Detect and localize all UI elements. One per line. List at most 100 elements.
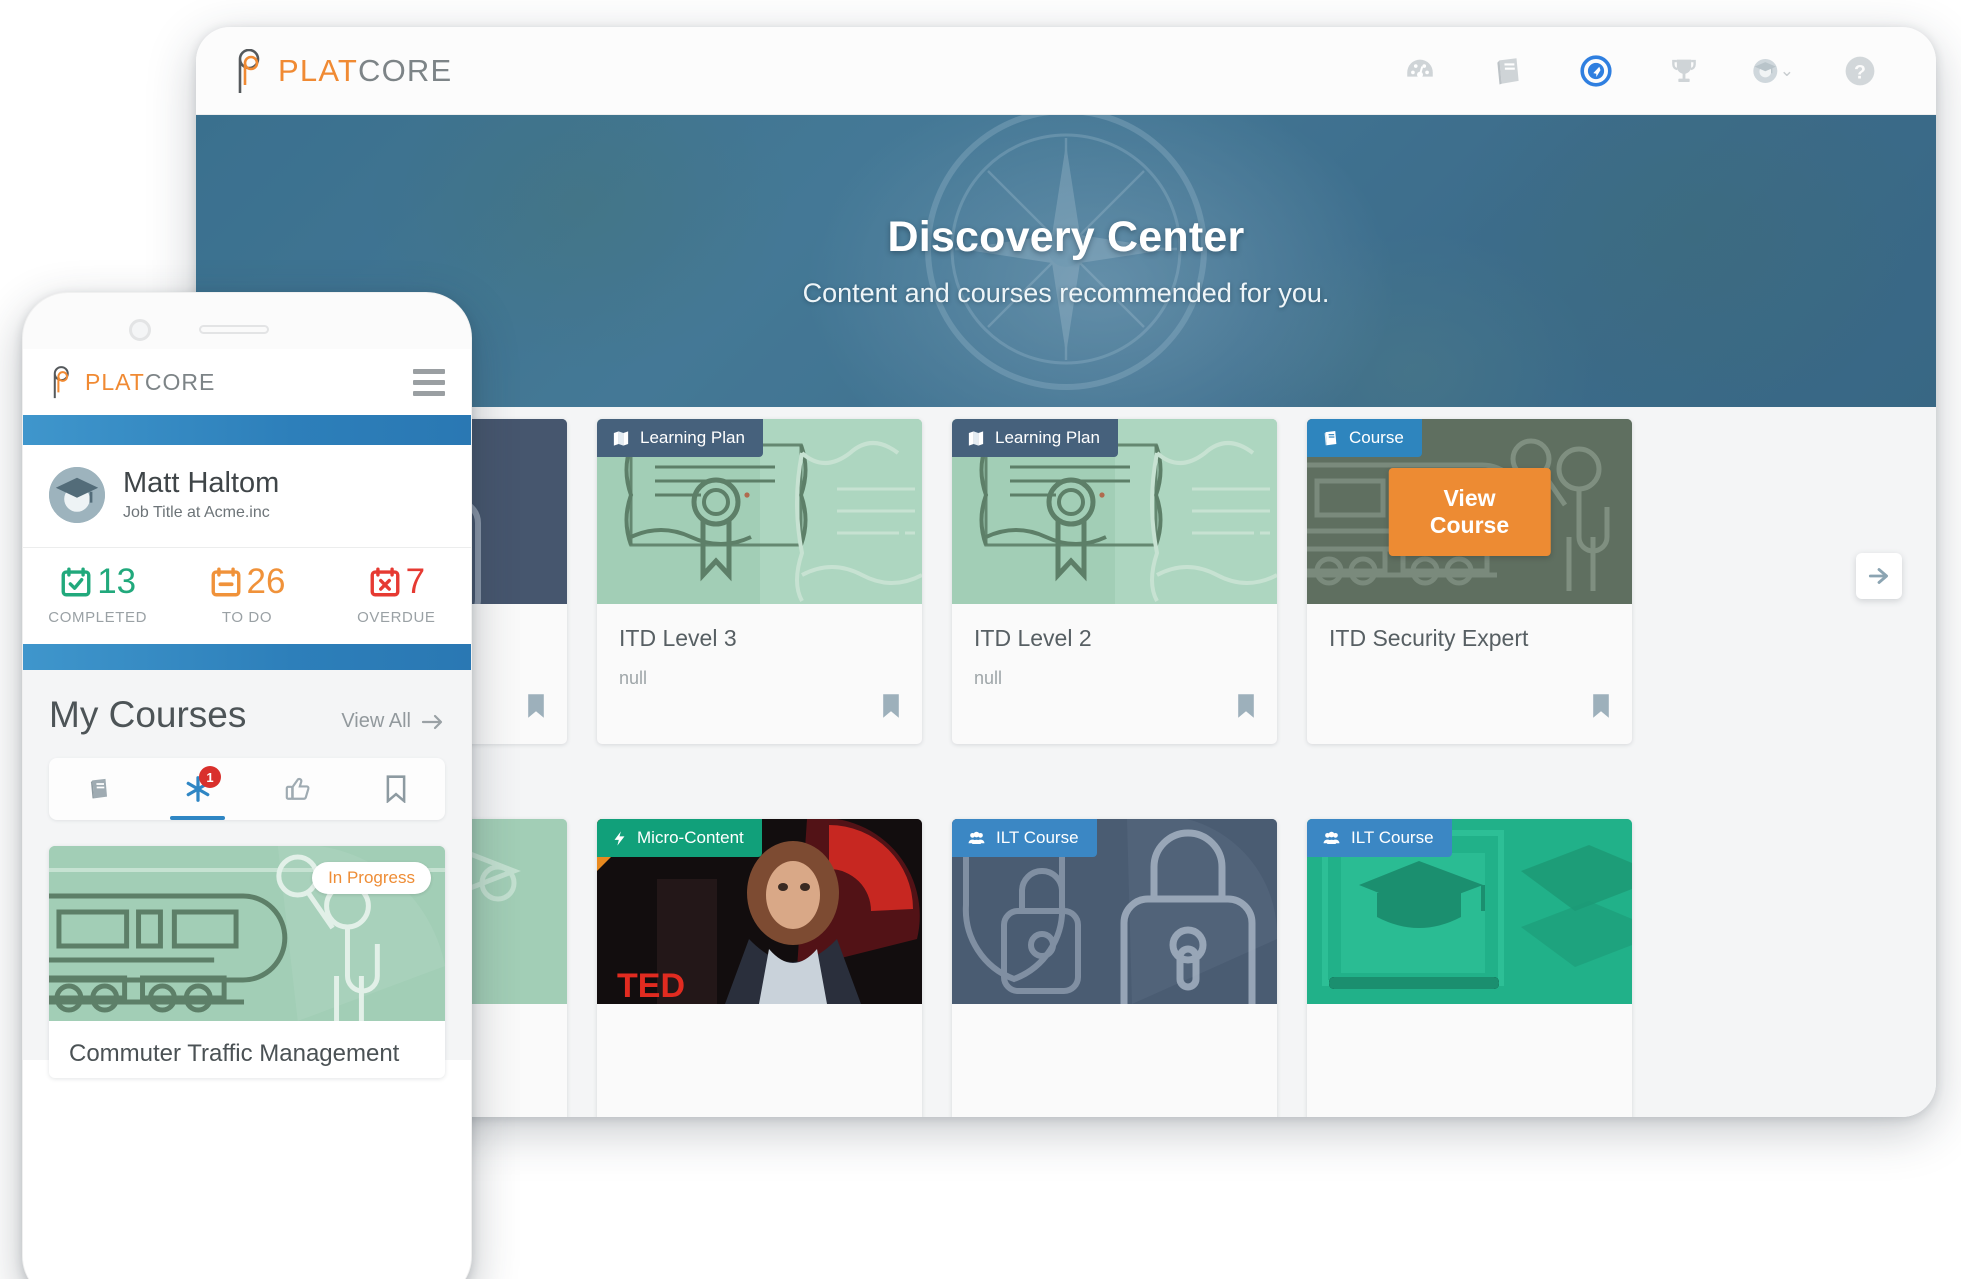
card-badge-label: Micro-Content: [637, 828, 744, 847]
card-carousel-1: Course: [242, 407, 1890, 744]
logo-text-secondary: CORE: [358, 52, 453, 88]
course-card[interactable]: Learning Plan: [597, 419, 922, 744]
bookmark-icon[interactable]: [525, 693, 547, 724]
trophy-icon[interactable]: [1662, 49, 1706, 93]
view-all-link[interactable]: View All: [341, 710, 445, 733]
user-profile-block: Matt Haltom Job Title at Acme.inc: [23, 445, 471, 547]
avatar: [49, 467, 105, 523]
card-title: ITD Security Expert: [1329, 625, 1529, 651]
hamburger-menu-icon[interactable]: [413, 368, 445, 396]
course-card-hovered[interactable]: Course View Course ITD Security Expert: [1307, 419, 1632, 744]
bookmark-icon: [386, 775, 405, 803]
card-badge-label: Learning Plan: [995, 428, 1100, 447]
view-all-label: View All: [341, 710, 411, 732]
logo-text-primary: PLAT: [278, 52, 359, 88]
platcore-logo-text: PLATCORE: [278, 53, 452, 89]
calendar-check-icon: [61, 567, 91, 596]
section-title: My Courses: [49, 694, 247, 735]
card-badge-label: ILT Course: [1351, 828, 1434, 847]
stat-label: OVERDUE: [357, 609, 436, 626]
section-header: My Courses View All: [49, 694, 445, 736]
my-courses-section: My Courses View All 1 In Progress Commut…: [23, 670, 471, 1078]
app-header: PLATCORE ⌄ ?: [196, 27, 1936, 115]
phone-device-frame: PLATCORE Matt Haltom Job Title at Acme.i…: [22, 292, 472, 1279]
card-badge-label: Course: [1349, 428, 1404, 447]
bookmark-icon[interactable]: [1235, 693, 1257, 724]
stat-completed[interactable]: 13 COMPLETED: [23, 564, 172, 626]
tab-recommended[interactable]: 1: [148, 758, 247, 820]
map-icon: [613, 430, 629, 446]
card-body: ITD Level 2 null: [952, 604, 1277, 744]
help-icon[interactable]: ?: [1838, 49, 1882, 93]
logo-text-primary: PLAT: [85, 368, 145, 395]
platcore-logo-mark: [49, 366, 75, 399]
card-badge-label: Learning Plan: [640, 428, 745, 447]
stat-value: 7: [405, 562, 426, 601]
course-card[interactable]: Micro-Content TED: [597, 819, 922, 1117]
tab-bookmarked[interactable]: [346, 758, 445, 820]
mobile-accent-bar-2: [23, 644, 471, 670]
stat-todo[interactable]: 26 TO DO: [172, 564, 321, 626]
bookmark-icon[interactable]: [880, 693, 902, 724]
map-icon: [968, 430, 984, 446]
card-thumbnail: Micro-Content TED: [597, 819, 922, 1004]
arrow-right-icon: [1868, 567, 1888, 584]
dashboard-icon[interactable]: [1398, 49, 1442, 93]
carousel-next-button[interactable]: [1856, 552, 1902, 599]
section-heading-2: r: [242, 744, 1890, 807]
card-body: ITD Security Expert: [1307, 604, 1632, 744]
card-badge: Learning Plan: [597, 419, 763, 457]
card-badge-label: ILT Course: [996, 828, 1079, 847]
screenshot-root: PLATCORE ⌄ ? Discovery Center Content an…: [0, 0, 1961, 1279]
status-badge: In Progress: [312, 862, 431, 894]
card-thumbnail: Course: [1307, 419, 1632, 604]
stat-overdue[interactable]: 7 OVERDUE: [322, 564, 471, 626]
people-icon: [1323, 831, 1340, 844]
card-thumbnail: ILT Course: [1307, 819, 1632, 1004]
stat-label: TO DO: [221, 609, 273, 626]
mobile-accent-bar: [23, 415, 471, 445]
calendar-minus-icon: [211, 567, 240, 596]
tab-badge-count: 1: [199, 766, 221, 788]
my-course-card[interactable]: In Progress Commuter Traffic Management: [49, 846, 445, 1078]
tab-liked[interactable]: [247, 758, 346, 820]
tab-book[interactable]: [49, 758, 148, 820]
book-icon[interactable]: [1486, 49, 1530, 93]
course-row-1: Course: [242, 407, 1902, 744]
card-title: Commuter Traffic Management: [69, 1040, 400, 1067]
stat-value: 26: [246, 562, 286, 601]
view-course-button[interactable]: View Course: [1388, 467, 1551, 556]
card-badge: Course: [1307, 419, 1422, 457]
header-icon-bar: ⌄ ?: [1398, 49, 1896, 93]
card-thumbnail: In Progress: [49, 846, 445, 1026]
phone-speaker: [199, 325, 269, 334]
phone-screen: PLATCORE Matt Haltom Job Title at Acme.i…: [23, 349, 471, 1279]
platcore-logo-mobile[interactable]: PLATCORE: [49, 366, 215, 399]
course-filter-tabs: 1: [49, 758, 445, 820]
card-badge: ILT Course: [952, 819, 1097, 857]
card-title: ITD Level 3: [619, 625, 737, 651]
platcore-logo-text: PLATCORE: [85, 369, 215, 396]
book-icon: [90, 778, 107, 799]
page-title: Discovery Center: [887, 213, 1245, 261]
user-name: Matt Haltom: [123, 466, 280, 499]
course-row-2: Course: [242, 807, 1890, 1117]
platcore-logo-mark: [232, 48, 268, 93]
user-job-title: Job Title at Acme.inc: [123, 504, 270, 522]
compass-icon[interactable]: [1574, 49, 1618, 93]
course-card[interactable]: Learning Plan: [952, 419, 1277, 744]
people-icon: [968, 831, 985, 844]
avatar-icon[interactable]: ⌄: [1750, 49, 1794, 93]
card-thumbnail: ILT Course: [952, 819, 1277, 1004]
course-card[interactable]: ILT Course: [1307, 819, 1632, 1117]
book-icon: [1324, 430, 1337, 445]
thumbs-up-icon: [285, 777, 310, 800]
learning-stats: 13 COMPLETED 26 TO DO 7 OVERDUE: [23, 547, 471, 644]
arrow-right-icon: [421, 714, 443, 729]
chevron-down-icon[interactable]: ⌄: [1780, 61, 1794, 81]
phone-camera: [129, 319, 151, 341]
logo-text-secondary: CORE: [144, 368, 216, 395]
bookmark-icon[interactable]: [1590, 693, 1612, 724]
course-card[interactable]: ILT Course: [952, 819, 1277, 1117]
platcore-logo[interactable]: PLATCORE: [232, 48, 452, 93]
